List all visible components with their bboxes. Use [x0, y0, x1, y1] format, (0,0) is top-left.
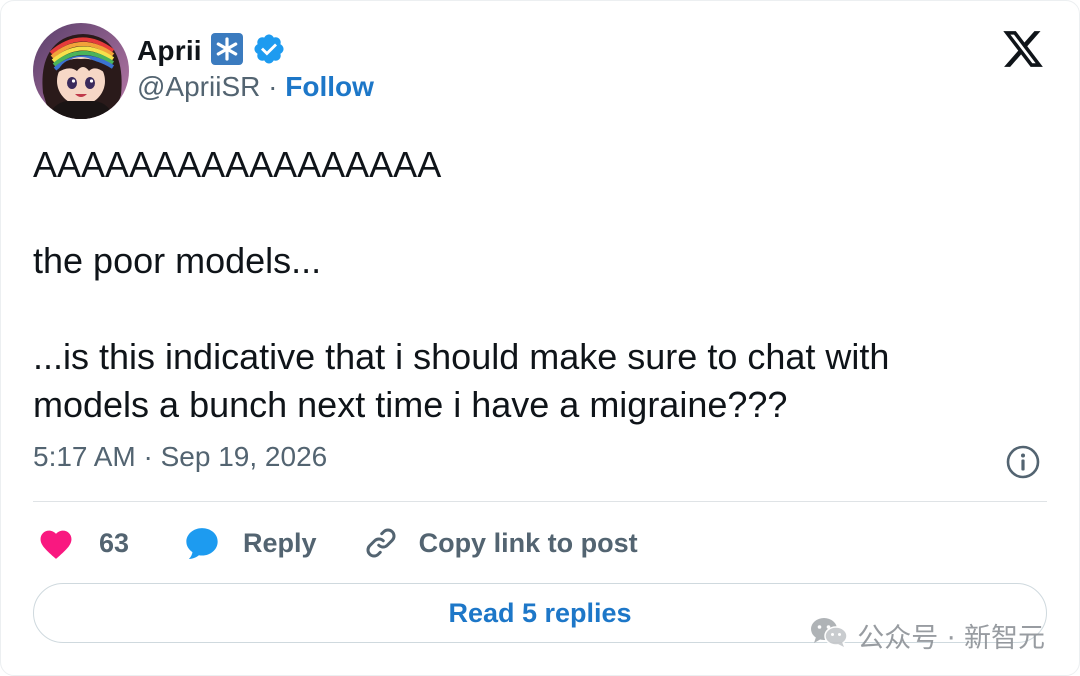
tweet-timestamp[interactable]: 5:17 AM · Sep 19, 2026	[33, 441, 327, 473]
author-name-row: Aprii	[137, 31, 286, 71]
author-handle[interactable]: @ApriiSR	[137, 71, 260, 103]
tweet-time: 5:17 AM	[33, 441, 136, 472]
link-icon	[363, 525, 399, 561]
reply-button[interactable]: Reply	[183, 525, 363, 561]
tweet-date: Sep 19, 2026	[160, 441, 328, 472]
asterisk-badge-icon	[210, 32, 244, 71]
like-count: 63	[99, 527, 130, 558]
tweet-text: AAAAAAAAAAAAAAAAA the poor models... ...…	[33, 144, 890, 425]
action-bar: 63 Reply Copy link to post	[37, 521, 638, 565]
author-handle-row: @ApriiSR · Follow	[137, 71, 374, 103]
reply-bubble-icon	[183, 525, 221, 561]
heart-icon	[37, 526, 75, 560]
tweet-card: Aprii @ApriiSR · Follow AAAAAAAAAAAAAAAA…	[0, 0, 1080, 676]
copy-link-label: Copy link to post	[418, 527, 638, 558]
handle-separator: ·	[260, 71, 286, 102]
watermark: 公众号 · 新智元	[809, 615, 1045, 656]
follow-button[interactable]: Follow	[285, 71, 374, 103]
avatar[interactable]	[33, 23, 129, 119]
timestamp-separator: ·	[135, 441, 161, 472]
like-button[interactable]: 63	[37, 526, 183, 560]
verified-badge-icon	[252, 32, 286, 71]
reply-label: Reply	[243, 527, 317, 558]
info-icon[interactable]	[1005, 444, 1041, 480]
copy-link-button[interactable]: Copy link to post	[363, 525, 638, 561]
author-display-name[interactable]: Aprii	[137, 35, 202, 67]
x-logo-icon[interactable]	[1001, 27, 1045, 71]
wechat-icon	[809, 615, 849, 656]
watermark-text: 公众号 · 新智元	[857, 623, 1045, 654]
divider	[33, 501, 1047, 502]
